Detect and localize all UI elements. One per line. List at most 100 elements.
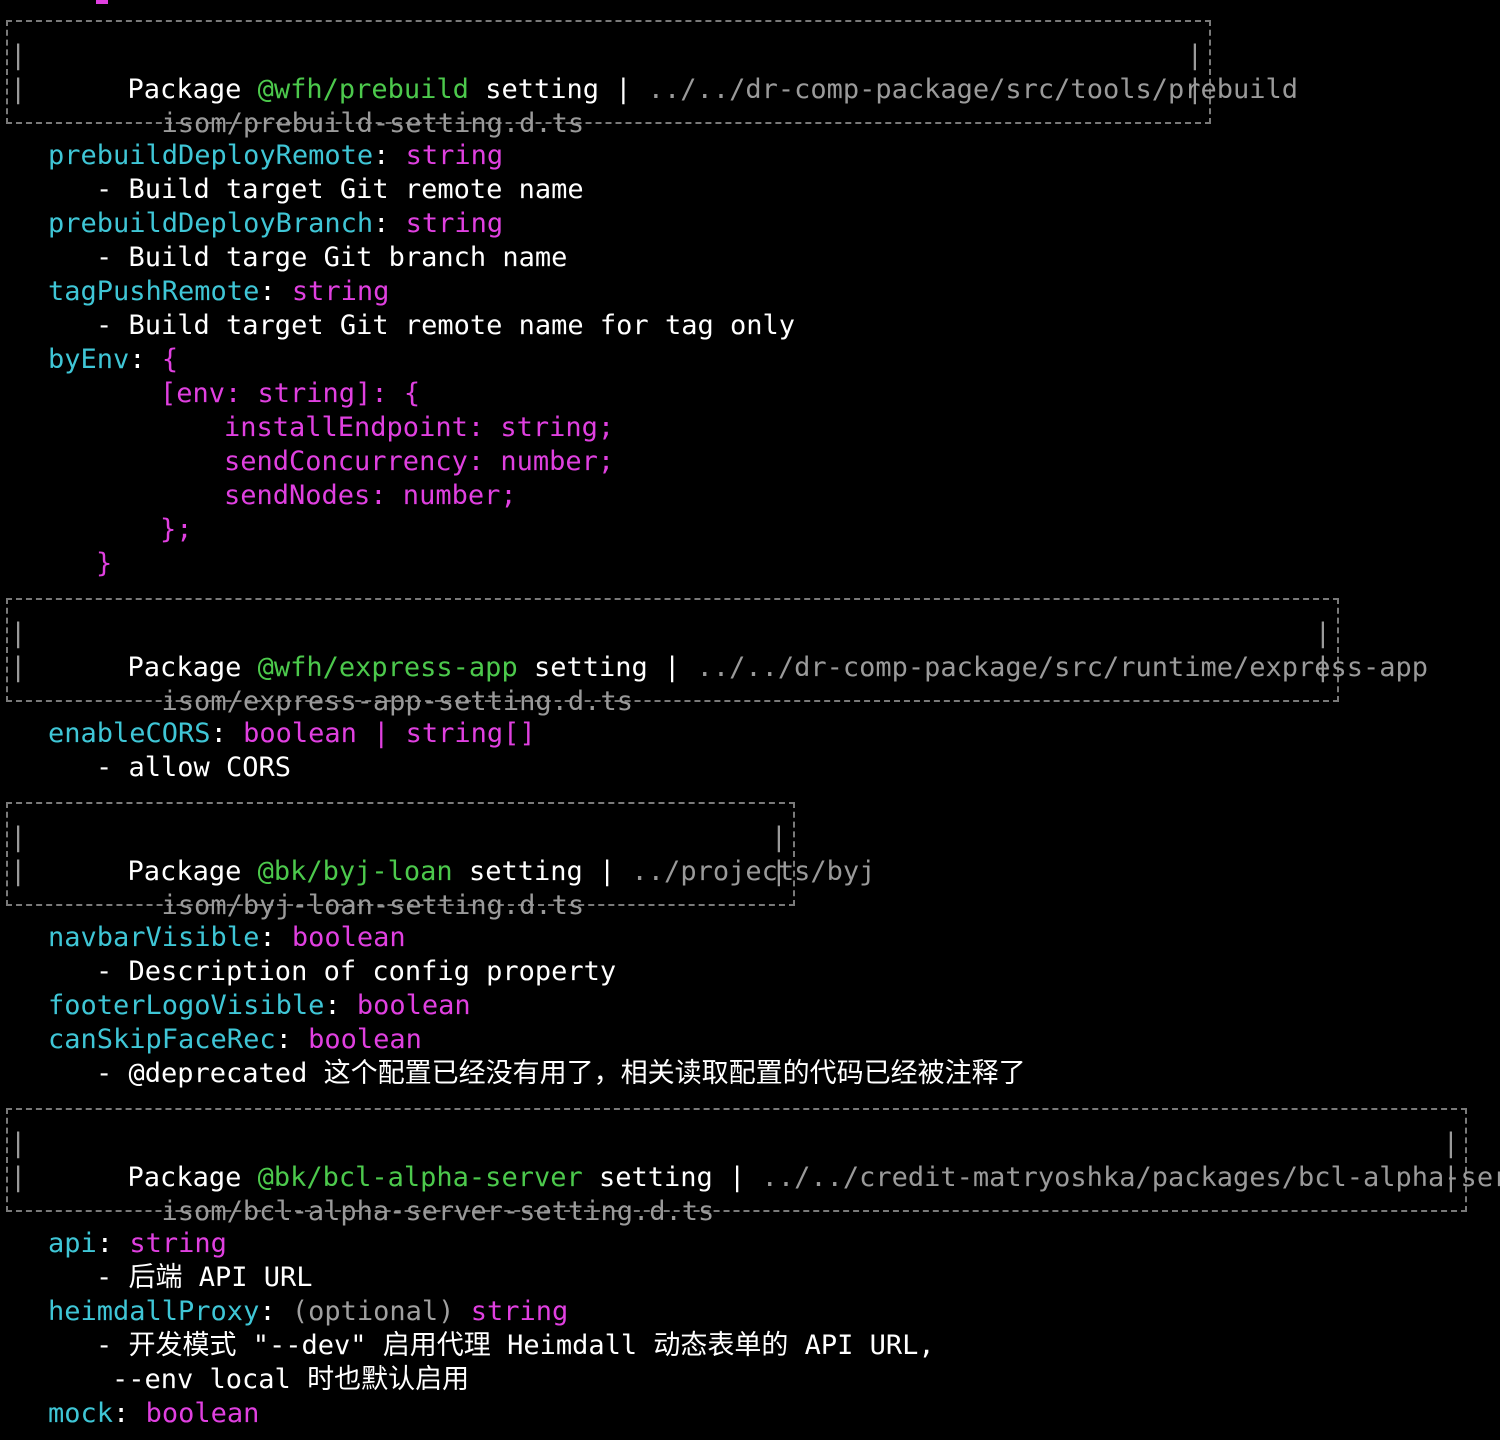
separator: | — [615, 74, 632, 105]
box-border-right: | — [1442, 1128, 1459, 1159]
colon: : — [210, 718, 227, 749]
type-body-line: } — [96, 548, 113, 579]
package-file: isom/prebuild-setting.d.ts — [161, 108, 585, 139]
box-border-right: | — [1442, 1162, 1459, 1193]
property-type: string — [405, 140, 504, 171]
description-text: - Description of config property — [96, 956, 617, 987]
box-border-right: | — [1314, 618, 1331, 649]
package-file: isom/byj-loan-setting.d.ts — [161, 890, 585, 921]
cursor-remnant — [96, 0, 108, 4]
property-key: enableCORS — [48, 718, 211, 749]
description-text: - @deprecated 这个配置已经没有用了，相关读取配置的代码已经被注释了 — [96, 1058, 1026, 1089]
description-text: - 开发模式 "--dev" 启用代理 Heimdall 动态表单的 API U… — [96, 1330, 935, 1361]
box-border-left: | — [10, 74, 27, 105]
box-border-right: | — [770, 856, 787, 887]
colon: : — [373, 140, 390, 171]
property-type: string — [405, 208, 504, 239]
property-key: prebuildDeployBranch — [48, 208, 374, 239]
optional-marker: (optional) — [291, 1296, 455, 1327]
description-text: --env local 时也默认启用 — [112, 1364, 470, 1395]
property-type: boolean — [291, 922, 406, 953]
box-border-left: | — [10, 652, 27, 683]
package-file-line: isom/byj-loan-setting.d.ts — [64, 855, 585, 921]
type-body-line: sendConcurrency: number; — [224, 446, 615, 477]
package-file-line: isom/express-app-setting.d.ts — [64, 651, 633, 717]
property-line: heimdallProxy: (optional) string — [48, 1295, 568, 1329]
package-path: ../../credit-matryoshka/packages/bcl-alp… — [761, 1162, 1500, 1193]
property-line: enableCORS: boolean | string[] — [48, 717, 536, 751]
colon: : — [113, 1398, 130, 1429]
package-file-line: isom/prebuild-setting.d.ts — [64, 73, 585, 139]
property-line: prebuildDeployRemote: string — [48, 139, 503, 173]
box-border-left: | — [10, 1128, 27, 1159]
colon: : — [259, 922, 276, 953]
property-key: tagPushRemote — [48, 276, 260, 307]
property-line: api: string — [48, 1227, 227, 1261]
property-description: - Build target Git remote name for tag o… — [96, 309, 795, 343]
package-header-box-prebuild: | Package @wfh/prebuild setting | ../../… — [6, 20, 1298, 139]
property-description-cont: --env local 时也默认启用 — [112, 1363, 469, 1397]
description-text: - Build target Git remote name for tag o… — [96, 310, 795, 341]
package-header-line: Package @wfh/prebuild setting | ../../dr… — [30, 39, 1298, 105]
property-key: canSkipFaceRec — [48, 1024, 276, 1055]
colon: : — [373, 208, 390, 239]
package-header-box-express-app: | Package @wfh/express-app setting | ../… — [6, 598, 1428, 717]
colon: : — [129, 344, 146, 375]
package-header-line: Package @wfh/express-app setting | ../..… — [30, 617, 1429, 683]
separator: | — [599, 856, 616, 887]
box-border-right: | — [770, 822, 787, 853]
property-description: - 后端 API URL — [96, 1261, 313, 1295]
property-line: footerLogoVisible: boolean — [48, 989, 471, 1023]
box-border-left: | — [10, 822, 27, 853]
property-description: - Build target Git remote name — [96, 173, 584, 207]
package-file: isom/bcl-alpha-server-setting.d.ts — [161, 1196, 715, 1227]
box-border-right: | — [1186, 40, 1203, 71]
property-type: boolean — [308, 1024, 422, 1055]
type-body-line: }; — [160, 514, 193, 545]
colon: : — [259, 1296, 276, 1327]
package-path: ../projects/byj — [631, 856, 876, 887]
property-line: navbarVisible: boolean — [48, 921, 406, 955]
property-type: string — [291, 276, 390, 307]
colon: : — [96, 1228, 114, 1259]
box-border-right: | — [1186, 74, 1203, 105]
property-description: - Build targe Git branch name — [96, 241, 567, 275]
property-type: boolean | string[] — [243, 718, 536, 749]
separator: | — [729, 1162, 746, 1193]
description-text: - 后端 API URL — [96, 1262, 313, 1293]
property-type: boolean — [356, 990, 471, 1021]
property-description: - Description of config property — [96, 955, 616, 989]
property-type: string — [470, 1296, 569, 1327]
property-line: mock: boolean — [48, 1397, 259, 1431]
terminal-window: | Package @wfh/prebuild setting | ../../… — [0, 0, 1500, 1440]
property-key: footerLogoVisible — [48, 990, 325, 1021]
property-type: { — [161, 344, 179, 375]
package-header-line: Package @bk/byj-loan setting | ../projec… — [30, 821, 876, 887]
box-border-left: | — [10, 40, 27, 71]
property-line: canSkipFaceRec: boolean — [48, 1023, 422, 1057]
property-type: string — [129, 1228, 227, 1259]
property-line: prebuildDeployBranch: string — [48, 207, 503, 241]
property-key: navbarVisible — [48, 922, 260, 953]
box-border-left: | — [10, 856, 27, 887]
colon: : — [275, 1024, 292, 1055]
type-body-line: sendNodes: number; — [224, 480, 517, 511]
property-key: byEnv — [48, 344, 130, 375]
property-description: - @deprecated 这个配置已经没有用了，相关读取配置的代码已经被注释了 — [96, 1057, 1026, 1091]
separator: | — [664, 652, 681, 683]
description-text: - allow CORS — [96, 752, 292, 783]
property-description: - allow CORS — [96, 751, 291, 785]
property-key: heimdallProxy — [48, 1296, 260, 1327]
property-line: tagPushRemote: string — [48, 275, 389, 309]
type-body-line: [env: string]: { — [160, 378, 421, 409]
property-key: api — [48, 1228, 97, 1259]
colon: : — [259, 276, 276, 307]
property-type: boolean — [145, 1398, 260, 1429]
property-key: prebuildDeployRemote — [48, 140, 374, 171]
box-border-left: | — [10, 1162, 27, 1193]
package-file: isom/express-app-setting.d.ts — [161, 686, 633, 717]
colon: : — [324, 990, 341, 1021]
type-body-line: installEndpoint: string; — [224, 412, 615, 443]
box-border-right: | — [1314, 652, 1331, 683]
property-description: - 开发模式 "--dev" 启用代理 Heimdall 动态表单的 API U… — [96, 1329, 935, 1363]
